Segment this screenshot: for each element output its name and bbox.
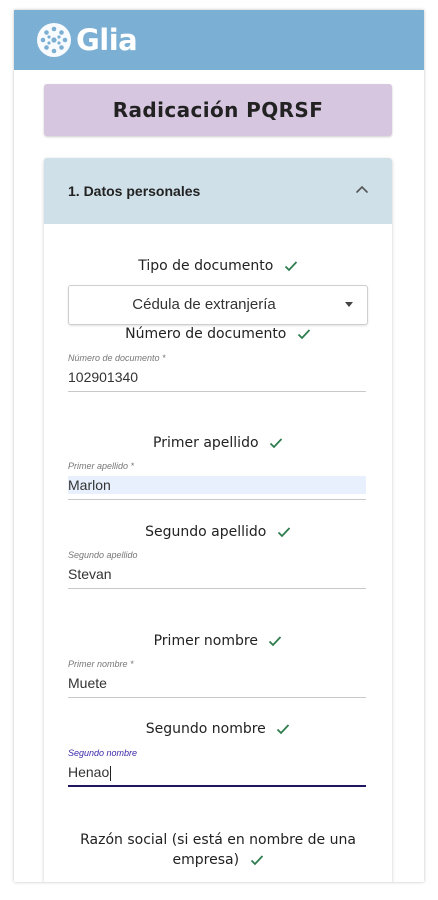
numero-documento-label: Número de documento [125,326,287,342]
check-icon [269,438,283,449]
segundo-nombre-float-label: Segundo nombre [68,748,138,758]
numero-documento-label-row: Número de documento [44,326,392,342]
razon-social-label: Razón social (si está en nombre de una e… [80,832,356,868]
segundo-nombre-label-row: Segundo nombre [44,721,392,737]
segundo-apellido-label: Segundo apellido [145,524,267,540]
field-underline [68,391,366,392]
text-cursor [110,765,112,781]
numero-documento-input[interactable]: 102901340 [68,368,366,386]
brand-logo[interactable]: Glia [36,22,138,58]
check-icon [277,724,290,735]
glia-logo-icon [37,23,71,57]
primer-nombre-label: Primer nombre [153,633,258,649]
tipo-documento-value: Cédula de extranjería [132,296,276,313]
brand-name: Glia [76,23,138,57]
tipo-documento-select[interactable]: Cédula de extranjería [68,285,368,325]
section-title: 1. Datos personales [68,183,201,199]
primer-apellido-input[interactable]: Marlon [68,476,366,494]
personal-data-panel: 1. Datos personales Tipo de documento Cé… [44,158,392,882]
segundo-nombre-input[interactable]: Henao [68,763,366,781]
check-icon [269,636,282,647]
segundo-nombre-value: Henao [68,764,110,780]
primer-apellido-label: Primer apellido [153,435,259,451]
segundo-apellido-float-label: Segundo apellido [68,550,138,560]
section-header[interactable]: 1. Datos personales [44,158,392,224]
check-icon [277,527,291,538]
check-icon [297,329,310,340]
primer-apellido-float-label: Primer apellido * [68,461,135,471]
tipo-documento-label: Tipo de documento [138,258,274,274]
primer-nombre-input[interactable]: Muete [68,674,366,692]
page-title-bar: Radicación PQRSF [44,84,392,136]
segundo-apellido-label-row: Segundo apellido [44,524,392,540]
primer-apellido-label-row: Primer apellido [44,435,392,451]
field-underline [68,697,366,698]
primer-nombre-label-row: Primer nombre [44,633,392,649]
razon-social-label-row: Razón social (si está en nombre de una e… [74,830,362,870]
field-underline [68,588,366,589]
app-frame: Glia Radicación PQRSF 1. Datos personale… [14,10,424,882]
tipo-documento-label-row: Tipo de documento [44,258,392,274]
page-title: Radicación PQRSF [112,98,324,122]
caret-down-icon [345,302,353,307]
check-icon [250,855,263,866]
check-icon [284,261,297,272]
numero-documento-float-label: Número de documento * [68,353,166,363]
chevron-up-icon[interactable] [352,180,372,200]
field-underline [68,499,366,500]
primer-nombre-float-label: Primer nombre * [68,659,134,669]
field-underline-focused [68,785,366,787]
segundo-nombre-label: Segundo nombre [145,721,266,737]
top-bar: Glia [14,10,424,70]
segundo-apellido-input[interactable]: Stevan [68,565,366,583]
